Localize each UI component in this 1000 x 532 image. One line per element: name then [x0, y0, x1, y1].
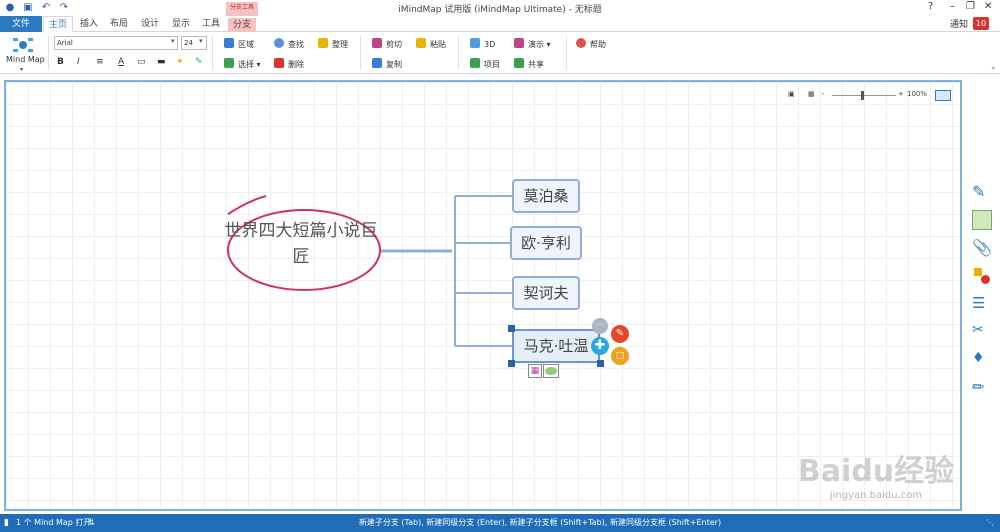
- paint-icon[interactable]: ✏: [972, 378, 992, 398]
- shapes-icon[interactable]: [972, 266, 992, 286]
- branch-node-maupassant[interactable]: 莫泊桑: [512, 179, 580, 213]
- shape-picker-icon[interactable]: [543, 364, 559, 378]
- watermark-brand: Baidu经验: [797, 454, 955, 489]
- notes-icon[interactable]: ✎: [972, 182, 992, 202]
- attachment-icon[interactable]: 📎: [972, 238, 992, 258]
- branch-node-chekhov[interactable]: 契诃夫: [512, 276, 580, 310]
- branch-connectors: [380, 195, 512, 347]
- selection-handle[interactable]: [508, 325, 515, 332]
- image-icon[interactable]: [972, 210, 992, 230]
- selection-handle[interactable]: [597, 360, 604, 367]
- outline-icon[interactable]: ☰: [972, 294, 992, 314]
- watermark-url: jingyan.baidu.com: [829, 490, 923, 501]
- color-palette-icon[interactable]: ▦: [528, 364, 542, 378]
- circle-tail-stroke: [227, 195, 267, 215]
- resize-grip-icon[interactable]: ⋱: [986, 514, 994, 532]
- central-topic[interactable]: 世界四大短篇小说巨匠: [218, 218, 384, 270]
- clipart-icon[interactable]: ✂: [972, 322, 992, 342]
- branch-node-mark-twain[interactable]: 马克·吐温: [512, 329, 600, 363]
- add-box-icon[interactable]: □: [611, 347, 629, 365]
- move-icon[interactable]: ✚: [591, 337, 609, 355]
- shortcut-hint: 新建子分支 (Tab), 新建同级分支 (Enter), 新建子分支框 (Shi…: [358, 518, 722, 527]
- status-bar: ▮ 1 个 Mind Map 打开 ⇅ 新建子分支 (Tab), 新建同级分支 …: [0, 514, 1000, 532]
- branch-node-o-henry[interactable]: 欧·亨利: [510, 226, 582, 260]
- draw-branch-icon[interactable]: ✎: [611, 325, 629, 343]
- selection-handle[interactable]: [508, 360, 515, 367]
- baidu-watermark: Baidu经验 jingyan.baidu.com: [756, 446, 996, 501]
- more-options-icon[interactable]: ⋯: [592, 318, 608, 334]
- tag-icon[interactable]: ♦: [972, 350, 992, 370]
